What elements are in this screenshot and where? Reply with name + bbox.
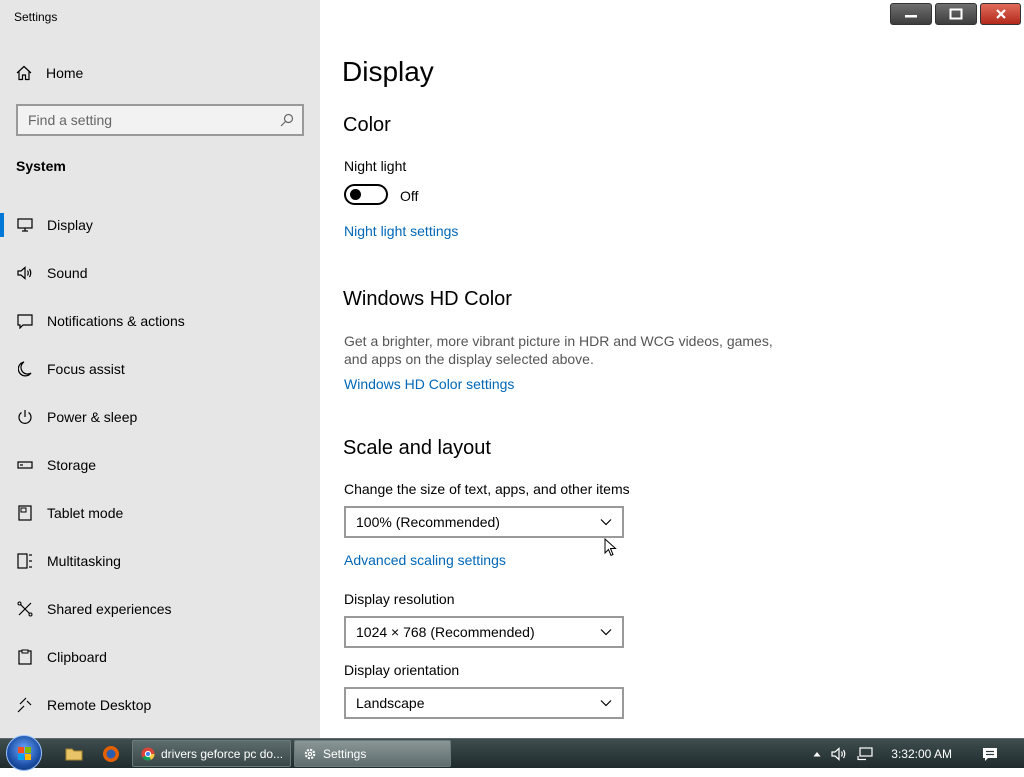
- sidebar-item-label: Shared experiences: [47, 601, 172, 617]
- sidebar-item-focus-assist[interactable]: Focus assist: [0, 345, 320, 393]
- orientation-label: Display orientation: [344, 662, 460, 678]
- taskbar-button-chrome[interactable]: drivers geforce pc do...: [132, 740, 291, 767]
- taskbar-button-label: Settings: [323, 746, 367, 761]
- taskbar-button-settings[interactable]: Settings: [294, 740, 451, 767]
- sidebar-item-label: Tablet mode: [47, 505, 124, 521]
- chrome-icon: [141, 747, 155, 760]
- chevron-down-icon: [600, 700, 612, 707]
- gear-icon: [304, 748, 316, 759]
- toggle-knob: [350, 189, 361, 200]
- sidebar-item-label: Remote Desktop: [47, 697, 152, 713]
- sidebar-item-label: Sound: [47, 265, 88, 281]
- firefox-icon[interactable]: [101, 744, 121, 764]
- sidebar-item-label: Storage: [47, 457, 97, 473]
- system-tray: 3:32:00 AM: [813, 739, 1024, 769]
- hd-color-settings-link[interactable]: Windows HD Color settings: [344, 376, 514, 392]
- multitask-icon: [16, 552, 34, 570]
- sidebar-item-label: Clipboard: [47, 649, 107, 665]
- sidebar-item-multitasking[interactable]: Multitasking: [0, 537, 320, 585]
- home-icon: [16, 65, 32, 81]
- action-center-icon[interactable]: [982, 747, 998, 762]
- home-label: Home: [46, 65, 84, 81]
- folder-icon[interactable]: [64, 744, 84, 764]
- resolution-label: Display resolution: [344, 591, 455, 607]
- sidebar-item-label: Multitasking: [47, 553, 121, 569]
- network-icon[interactable]: [857, 747, 873, 761]
- sidebar-item-power-sleep[interactable]: Power & sleep: [0, 393, 320, 441]
- hd-color-description: Get a brighter, more vibrant picture in …: [344, 333, 773, 367]
- chevron-down-icon: [600, 519, 612, 526]
- sidebar-item-display[interactable]: Display: [0, 201, 320, 249]
- monitor-icon: [16, 216, 34, 234]
- share-icon: [16, 600, 34, 618]
- resolution-value: 1024 × 768 (Recommended): [356, 624, 535, 640]
- moon-icon: [16, 360, 34, 378]
- sidebar-item-remote-desktop[interactable]: Remote Desktop: [0, 681, 320, 729]
- maximize-icon: [949, 8, 963, 20]
- search-icon[interactable]: [280, 113, 294, 127]
- page-title: Display: [342, 56, 434, 87]
- close-button[interactable]: [980, 3, 1021, 25]
- sidebar-item-label: Display: [47, 217, 93, 233]
- hd-color-heading: Windows HD Color: [343, 288, 512, 310]
- start-button[interactable]: [6, 735, 42, 771]
- windows-logo-icon: [18, 747, 31, 760]
- sidebar-item-sound[interactable]: Sound: [0, 249, 320, 297]
- chevron-down-icon: [600, 629, 612, 636]
- content-pane: Display Color Night light Off Night ligh…: [320, 0, 1024, 738]
- clock[interactable]: 3:32:00 AM: [891, 747, 952, 761]
- nav-list: Display Sound Notifications & actions Fo…: [0, 201, 320, 729]
- taskbar-button-label: drivers geforce pc do...: [161, 746, 284, 761]
- night-light-state: Off: [400, 188, 419, 204]
- sidebar-item-label: Power & sleep: [47, 409, 138, 425]
- clipboard-icon: [16, 648, 34, 666]
- sidebar-item-tablet-mode[interactable]: Tablet mode: [0, 489, 320, 537]
- remote-icon: [16, 696, 34, 714]
- home-nav-item[interactable]: Home: [16, 62, 83, 84]
- scale-label: Change the size of text, apps, and other…: [344, 481, 630, 497]
- sidebar: Settings Home Find a setting System Disp…: [0, 0, 320, 738]
- section-title: System: [16, 158, 66, 174]
- mouse-cursor-icon: [604, 538, 617, 557]
- search-placeholder: Find a setting: [28, 112, 113, 128]
- sidebar-item-label: Notifications & actions: [47, 313, 185, 329]
- maximize-button[interactable]: [935, 3, 977, 25]
- storage-icon: [16, 456, 34, 474]
- advanced-scaling-link[interactable]: Advanced scaling settings: [344, 552, 506, 568]
- speaker-icon: [16, 264, 34, 282]
- sidebar-item-clipboard[interactable]: Clipboard: [0, 633, 320, 681]
- message-icon: [16, 312, 34, 330]
- color-heading: Color: [343, 114, 391, 136]
- sidebar-item-shared-experiences[interactable]: Shared experiences: [0, 585, 320, 633]
- minimize-icon: [905, 15, 917, 18]
- window-title: Settings: [14, 10, 58, 24]
- orientation-dropdown[interactable]: Landscape: [344, 687, 624, 719]
- scale-layout-heading: Scale and layout: [343, 437, 491, 459]
- orientation-value: Landscape: [356, 695, 425, 711]
- minimize-button[interactable]: [890, 3, 932, 25]
- search-input[interactable]: Find a setting: [16, 104, 304, 136]
- resolution-dropdown[interactable]: 1024 × 768 (Recommended): [344, 616, 624, 648]
- scale-dropdown[interactable]: 100% (Recommended): [344, 506, 624, 538]
- power-icon: [16, 408, 34, 426]
- night-light-label: Night light: [344, 158, 407, 174]
- tablet-icon: [16, 504, 34, 522]
- taskbar: drivers geforce pc do... Settings 3:32:0…: [0, 735, 1024, 771]
- sidebar-item-notifications[interactable]: Notifications & actions: [0, 297, 320, 345]
- sidebar-item-storage[interactable]: Storage: [0, 441, 320, 489]
- chevron-up-icon[interactable]: [813, 751, 821, 757]
- sidebar-item-label: Focus assist: [47, 361, 125, 377]
- close-icon: [995, 9, 1006, 19]
- night-light-settings-link[interactable]: Night light settings: [344, 223, 458, 239]
- scale-value: 100% (Recommended): [356, 514, 500, 530]
- night-light-toggle[interactable]: [344, 184, 388, 205]
- volume-icon[interactable]: [831, 747, 847, 761]
